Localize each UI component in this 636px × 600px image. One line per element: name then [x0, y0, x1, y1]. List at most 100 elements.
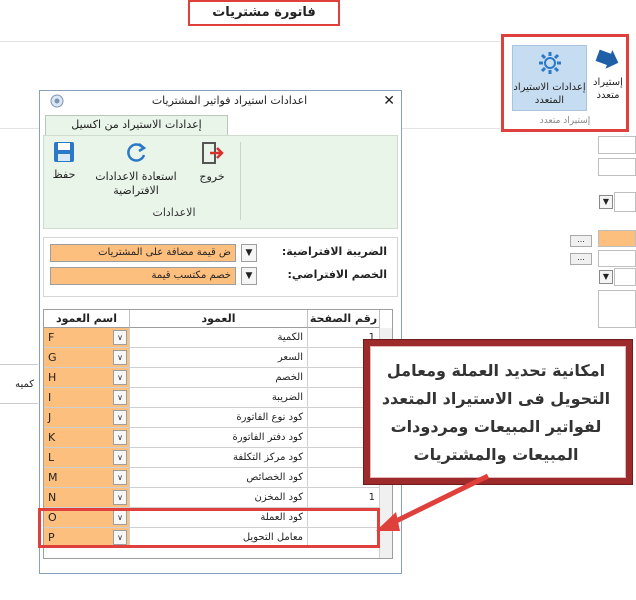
divider — [0, 41, 500, 42]
background-field[interactable] — [614, 192, 636, 212]
column-letter: L — [48, 451, 55, 464]
import-settings-button[interactable]: إعدادات الاستيراد المتعدد — [512, 45, 587, 111]
column-name-cell[interactable]: كود مركز التكلفة — [130, 448, 308, 468]
dialog-title: اعدادات استيراد فواتير المشتريات — [151, 94, 308, 107]
close-icon[interactable]: ✕ — [383, 92, 395, 110]
callout-body: امكانية تحديد العملة ومعامل التحويل فى ا… — [370, 346, 626, 478]
column-letter-cell[interactable]: L ∨ — [44, 448, 130, 468]
chevron-down-icon[interactable]: ∨ — [113, 430, 127, 445]
refresh-icon — [127, 143, 147, 162]
default-discount-label: الخصم الافتراضي: — [287, 268, 387, 281]
column-letter-cell[interactable]: K ∨ — [44, 428, 130, 448]
header-page-number[interactable]: رقم الصفحة — [308, 310, 380, 328]
column-letter-cell[interactable]: F ∨ — [44, 328, 130, 348]
table-row[interactable]: G ∨ السعر — [44, 348, 392, 368]
column-name-cell[interactable]: الكمية — [130, 328, 308, 348]
callout-text: امكانية تحديد العملة ومعامل التحويل فى ا… — [381, 361, 611, 464]
pointer-arrow — [376, 473, 490, 531]
column-letter-cell[interactable]: I ∨ — [44, 388, 130, 408]
column-name-cell[interactable]: كود نوع الفاتورة — [130, 408, 308, 428]
chevron-down-icon[interactable]: ∨ — [113, 450, 127, 465]
toolbar-group-label: الاعدادات — [152, 206, 196, 219]
table-row[interactable]: I ∨ الضريبة — [44, 388, 392, 408]
import-settings-label: إعدادات الاستيراد المتعدد — [513, 82, 586, 106]
dialog-titlebar[interactable]: اعدادات استيراد فواتير المشتريات ✕ — [40, 91, 401, 112]
column-name-cell[interactable]: السعر — [130, 348, 308, 368]
save-button[interactable]: حفظ — [46, 140, 82, 182]
column-name-cell[interactable]: كود المخزن — [130, 488, 308, 508]
column-letter: H — [48, 371, 57, 384]
column-letter: M — [48, 471, 58, 484]
table-row[interactable]: L ∨ كود مركز التكلفة — [44, 448, 392, 468]
highlight-box — [38, 508, 380, 548]
table-row[interactable]: M ∨ كود الخصائص — [44, 468, 392, 488]
defaults-panel: الضريبة الافتراضية: ض قيمة مضافة على الم… — [43, 237, 398, 297]
table-row[interactable]: K ∨ كود دفتر الفاتورة — [44, 428, 392, 448]
gear-icon — [538, 52, 561, 74]
ribbon-group-caption: إستيراد متعدد — [539, 116, 591, 126]
column-name-cell[interactable]: كود الخصائص — [130, 468, 308, 488]
ribbon-import-group: إعدادات الاستيراد المتعدد إستيراد متعدد … — [501, 34, 629, 132]
import-settings-dialog: اعدادات استيراد فواتير المشتريات ✕ إعداد… — [39, 90, 402, 574]
chevron-down-icon[interactable]: ∨ — [113, 370, 127, 385]
tab-strip: إعدادات الاستيراد من اكسيل — [40, 112, 401, 135]
column-name-cell[interactable]: كود دفتر الفاتورة — [130, 428, 308, 448]
default-tax-value: ض قيمة مضافة على المشتريات — [98, 247, 231, 258]
chevron-down-icon[interactable]: ▼ — [599, 195, 613, 209]
exit-label: خروج — [199, 170, 225, 183]
column-letter: F — [48, 331, 55, 344]
chevron-down-icon[interactable]: ∨ — [113, 470, 127, 485]
default-discount-value: خصم مكتسب قيمة — [151, 270, 231, 281]
page-title-text: فاتورة مشتريات — [212, 5, 316, 20]
table-row[interactable]: J ∨ كود نوع الفاتورة — [44, 408, 392, 428]
column-letter-cell[interactable]: M ∨ — [44, 468, 130, 488]
column-letter-cell[interactable]: N ∨ — [44, 488, 130, 508]
column-letter-cell[interactable]: J ∨ — [44, 408, 130, 428]
tab-excel-import-settings[interactable]: إعدادات الاستيراد من اكسيل — [45, 115, 228, 135]
chevron-down-icon[interactable]: ∨ — [113, 350, 127, 365]
background-field[interactable] — [614, 268, 636, 286]
save-label: حفظ — [52, 168, 76, 181]
column-letter-cell[interactable]: G ∨ — [44, 348, 130, 368]
feature-callout: امكانية تحديد العملة ومعامل التحويل فى ا… — [363, 339, 633, 485]
chevron-down-icon[interactable]: ∨ — [113, 410, 127, 425]
table-row[interactable]: H ∨ الخصم — [44, 368, 392, 388]
column-name-cell[interactable]: الضريبة — [130, 388, 308, 408]
column-letter-cell[interactable]: H ∨ — [44, 368, 130, 388]
chevron-down-icon[interactable]: ▼ — [599, 270, 613, 284]
exit-button[interactable]: خروج — [190, 140, 234, 184]
table-row[interactable]: N ∨ كود المخزن 1 — [44, 488, 392, 508]
app-icon — [50, 94, 64, 108]
browse-button[interactable]: ... — [570, 235, 592, 247]
chevron-down-icon[interactable]: ∨ — [113, 330, 127, 345]
default-discount-select[interactable]: خصم مكتسب قيمة ▼ — [50, 267, 257, 285]
tab-label: إعدادات الاستيراد من اكسيل — [71, 118, 202, 131]
multi-import-button[interactable]: إستيراد متعدد — [590, 47, 626, 102]
page-title: فاتورة مشتريات — [188, 0, 340, 26]
import-arrow-icon — [595, 49, 619, 69]
default-tax-label: الضريبة الافتراضية: — [281, 245, 387, 258]
header-column-name[interactable]: اسم العمود — [44, 310, 130, 328]
background-field[interactable] — [598, 290, 636, 328]
background-header-fragment: كميه — [15, 379, 34, 390]
chevron-down-icon[interactable]: ▼ — [241, 267, 257, 285]
restore-defaults-label: استعادة الاعدادات الافتراضية — [95, 170, 177, 197]
multi-import-label: إستيراد متعدد — [593, 77, 623, 101]
chevron-down-icon[interactable]: ∨ — [113, 490, 127, 505]
background-field[interactable] — [598, 158, 636, 176]
background-field[interactable] — [598, 230, 636, 247]
background-grid-header: كميه — [0, 364, 38, 404]
default-tax-select[interactable]: ض قيمة مضافة على المشتريات ▼ — [50, 244, 257, 262]
background-field[interactable] — [598, 250, 636, 267]
chevron-down-icon[interactable]: ∨ — [113, 390, 127, 405]
floppy-disk-icon — [54, 142, 74, 162]
background-field[interactable] — [598, 136, 636, 154]
browse-button[interactable]: ... — [570, 253, 592, 265]
header-column[interactable]: العمود — [130, 310, 308, 328]
table-row[interactable]: F ∨ الكمية 1 — [44, 328, 392, 348]
restore-defaults-button[interactable]: استعادة الاعدادات الافتراضية — [86, 140, 186, 198]
column-letter: J — [48, 411, 52, 424]
column-letter: G — [48, 351, 57, 364]
column-name-cell[interactable]: الخصم — [130, 368, 308, 388]
chevron-down-icon[interactable]: ▼ — [241, 244, 257, 262]
